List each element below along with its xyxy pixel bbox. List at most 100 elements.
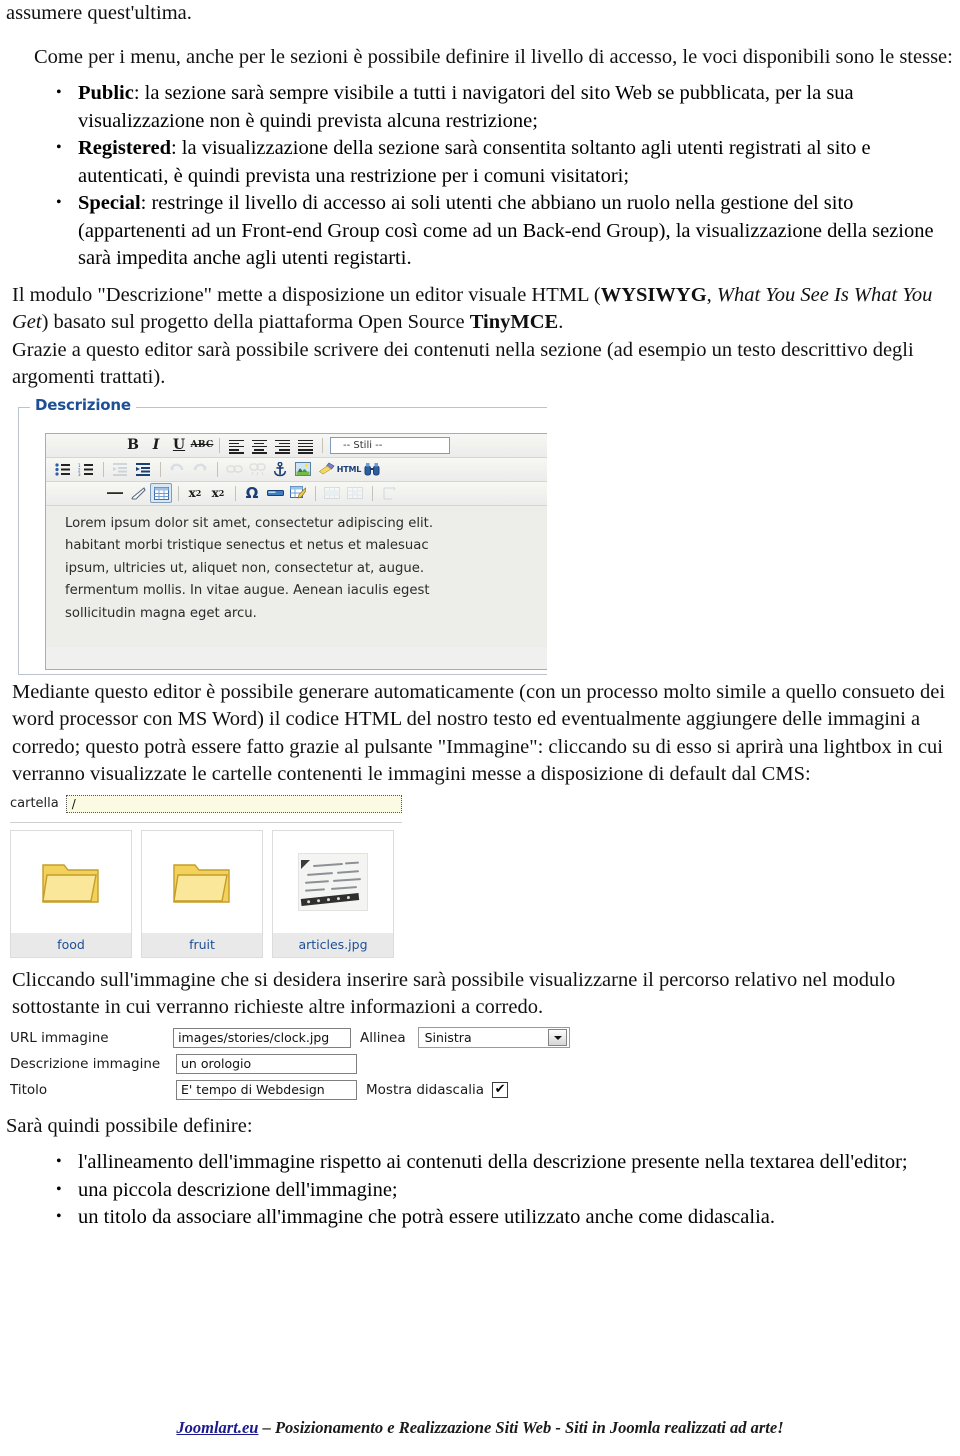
list-item: l'allineamento dell'immagine rispetto ai…	[50, 1148, 954, 1177]
paragraph-define: Sarà quindi possibile definire:	[6, 1114, 253, 1137]
align-select-value: Sinistra	[424, 1030, 472, 1045]
image-description-label: Descrizione immagine	[10, 1055, 161, 1072]
browser-divider	[10, 821, 402, 823]
list-item: una piccola descrizione dell'immagine;	[50, 1176, 954, 1205]
numbered-list-button[interactable]: 123	[75, 459, 97, 479]
form-row-url: URL immagine images/stories/clock.jpg Al…	[10, 1025, 570, 1051]
list-item[interactable]: fruit	[141, 829, 263, 958]
list-item: Registered: la visualizzazione della sez…	[50, 134, 954, 190]
align-center-button[interactable]	[248, 435, 270, 455]
term-registered-text: : la visualizzazione della sezione sarà …	[78, 137, 871, 187]
folder-icon	[142, 831, 262, 933]
show-caption-label: Mostra didascalia	[366, 1081, 485, 1098]
undo-button[interactable]	[166, 459, 188, 479]
bullet-list-button[interactable]	[52, 459, 74, 479]
bold-button[interactable]: B	[122, 435, 144, 455]
paragraph-access-levels: Come per i menu, anche per le sezioni è …	[34, 45, 953, 68]
horizontal-rule-button[interactable]	[104, 483, 126, 503]
folder-path-label: cartella	[10, 796, 59, 811]
special-character-button[interactable]: Ω	[241, 483, 263, 503]
toolbar-separator	[322, 437, 323, 453]
anchor-button[interactable]	[269, 459, 291, 479]
list-item: Public: la sezione sarà sempre visibile …	[50, 79, 954, 135]
page-footer: Joomlart.eu – Posizionamento e Realizzaz…	[0, 1418, 960, 1438]
insert-row-before-button[interactable]	[378, 483, 400, 503]
tinymce-name: TinyMCE	[469, 311, 559, 333]
toolbar-separator	[160, 461, 161, 477]
align-select[interactable]: Sinistra	[417, 1027, 570, 1048]
list-item[interactable]: food	[10, 829, 132, 958]
folder-path-row: cartella /	[10, 793, 402, 815]
list-item[interactable]: articles.jpg	[272, 829, 394, 958]
toolbar-row-1: B I U ABC -- Stili --	[46, 433, 547, 458]
joomlart-link[interactable]: Joomlart.eu	[176, 1418, 258, 1437]
footer-text: – Posizionamento e Realizzazione Siti We…	[258, 1418, 784, 1437]
editor-content-line: ipsum, ultricies ut, aliquet non, consec…	[65, 560, 425, 576]
chevron-down-icon	[548, 1029, 567, 1046]
insert-page-break-button[interactable]	[264, 483, 286, 503]
browser-thumbnail-grid: food fruit articles.jpg	[10, 829, 402, 958]
show-caption-checkbox[interactable]: ✔	[492, 1081, 509, 1098]
image-url-input[interactable]: images/stories/clock.jpg	[173, 1027, 351, 1048]
align-label: Allinea	[359, 1029, 406, 1046]
toolbar-row-3: x2 x2 Ω	[46, 481, 547, 506]
form-row-description: Descrizione immagine un orologio	[10, 1051, 570, 1077]
superscript-button[interactable]: x2	[207, 483, 229, 503]
editor-intro-d: .	[558, 311, 564, 333]
toolbar-row-2: 123 HTML	[46, 457, 547, 482]
search-binoculars-button[interactable]	[361, 459, 383, 479]
table-row-properties-button[interactable]	[321, 483, 343, 503]
intro-fragment: assumere quest'ultima.	[6, 2, 192, 24]
editor-content-line: habitant morbi tristique senectus et net…	[65, 538, 429, 553]
editor-content-line: sollicitudin magna eget arcu.	[65, 605, 257, 621]
align-left-button[interactable]	[225, 435, 247, 455]
document-page: assumere quest'ultima. Come per i menu, …	[0, 0, 960, 1456]
toolbar-separator	[315, 485, 316, 501]
toolbar-separator	[219, 437, 220, 453]
list-item: un titolo da associare all'immagine che …	[50, 1203, 954, 1232]
toolbar-separator	[372, 485, 373, 501]
toggle-guidelines-button[interactable]	[150, 483, 172, 503]
term-public: Public	[78, 82, 134, 104]
paragraph-generate-html: Mediante questo editor è possibile gener…	[12, 680, 946, 786]
define-list: l'allineamento dell'immagine rispetto ai…	[6, 1148, 954, 1232]
edit-html-button[interactable]: HTML	[337, 459, 362, 479]
cleanup-broom-button[interactable]	[315, 459, 337, 479]
svg-text:3: 3	[78, 472, 81, 476]
term-special: Special	[78, 192, 141, 214]
term-registered: Registered	[78, 137, 171, 159]
image-description-input[interactable]: un orologio	[176, 1053, 357, 1074]
editor-content-line: fermentum mollis. In vitae augue. Aenean…	[65, 583, 430, 598]
remove-format-eraser-button[interactable]	[127, 483, 149, 503]
image-title-input[interactable]: E' tempo di Webdesign	[176, 1079, 357, 1100]
paragraph-click-image: Cliccando sull'immagine che si desidera …	[12, 968, 896, 1019]
align-right-button[interactable]	[271, 435, 293, 455]
editor-content-area[interactable]: Lorem ipsum dolor sit amet, consectetur …	[46, 505, 547, 647]
edit-table-button[interactable]	[287, 483, 309, 503]
descrizione-legend: Descrizione	[30, 395, 136, 414]
insert-link-button[interactable]	[223, 459, 245, 479]
tinymce-frame: B I U ABC -- Stili -- 1 2 3 HTML x 2 x 2…	[45, 432, 547, 670]
strikethrough-button[interactable]: ABC	[191, 435, 214, 455]
image-properties-form-screenshot: URL immagine images/stories/clock.jpg Al…	[10, 1025, 570, 1103]
list-item-label: articles.jpg	[273, 932, 393, 957]
redo-button[interactable]	[189, 459, 211, 479]
wysiwyg-acronym: WYSIWYG	[600, 283, 707, 306]
align-justify-button[interactable]	[294, 435, 316, 455]
insert-image-button[interactable]	[292, 459, 314, 479]
access-level-list: Public: la sezione sarà sempre visibile …	[6, 79, 954, 273]
paragraph-editor-intro: Il modulo "Descrizione" mette a disposiz…	[6, 282, 954, 337]
indent-button[interactable]	[132, 459, 154, 479]
form-row-title: Titolo E' tempo di Webdesign Mostra dida…	[10, 1077, 570, 1103]
outdent-button[interactable]	[109, 459, 131, 479]
styles-select[interactable]: -- Stili --	[330, 436, 450, 454]
unlink-button[interactable]	[246, 459, 268, 479]
folder-path-input[interactable]: /	[65, 794, 402, 813]
image-thumbnail	[273, 831, 393, 933]
italic-button[interactable]: I	[145, 435, 167, 455]
table-cell-properties-button[interactable]	[344, 483, 366, 503]
subscript-button[interactable]: x2	[184, 483, 206, 503]
image-url-label: URL immagine	[10, 1029, 109, 1046]
list-item-label: food	[11, 932, 131, 957]
underline-button[interactable]: U	[168, 435, 190, 455]
